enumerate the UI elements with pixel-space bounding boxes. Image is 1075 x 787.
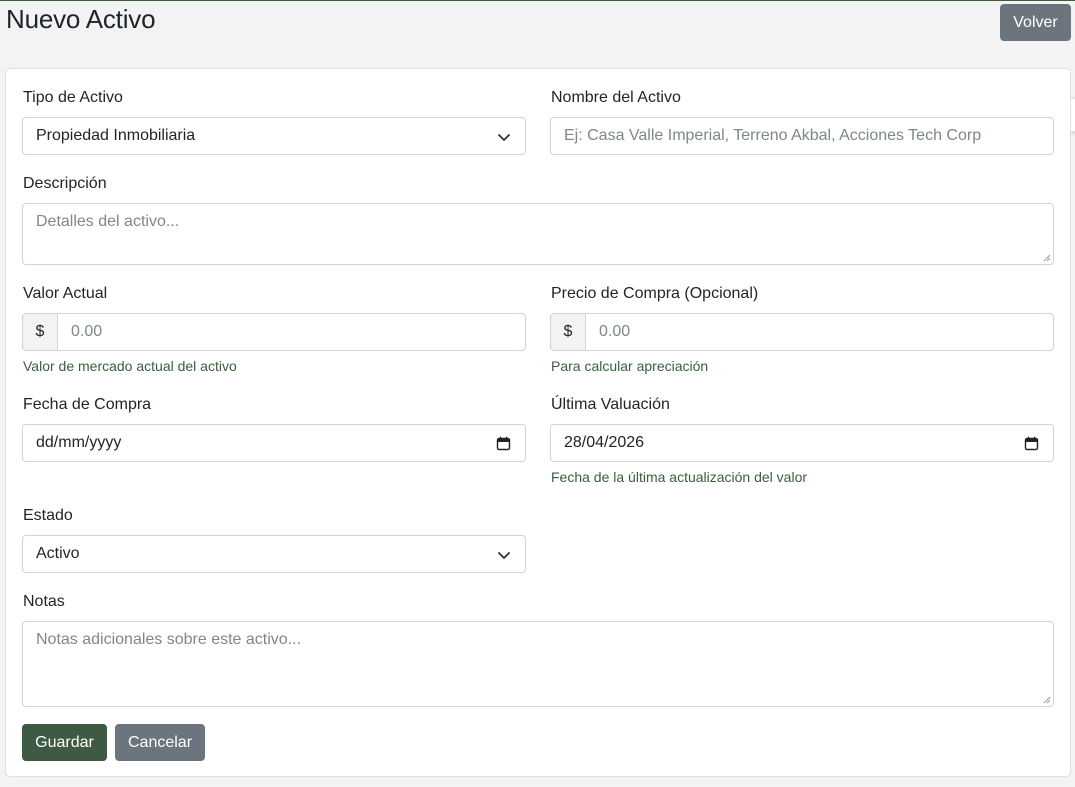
notas-textarea[interactable]: Notas adicionales sobre este activo...	[22, 621, 1054, 707]
form-card: Tipo de Activo Propiedad Inmobiliaria No…	[5, 68, 1071, 777]
back-button[interactable]: Volver	[1000, 4, 1071, 41]
estado-label: Estado	[23, 507, 73, 524]
nombre-label: Nombre del Activo	[551, 89, 681, 106]
currency-prefix: $	[23, 314, 58, 350]
valor-actual-label: Valor Actual	[23, 285, 108, 302]
estado-value: Activo	[36, 545, 80, 562]
tipo-select[interactable]: Propiedad Inmobiliaria	[22, 117, 526, 155]
precio-compra-label: Precio de Compra (Opcional)	[551, 285, 759, 302]
precio-compra-input-group[interactable]: $ 0.00	[550, 313, 1054, 351]
chevron-down-icon	[498, 134, 510, 141]
valor-actual-input[interactable]: 0.00	[58, 314, 525, 350]
calendar-icon[interactable]	[1024, 436, 1039, 451]
valor-actual-help: Valor de mercado actual del activo	[23, 358, 237, 374]
ultima-valuacion-help: Fecha de la última actualización del val…	[551, 469, 808, 485]
fecha-compra-input[interactable]: dd/mm/yyyy	[22, 424, 526, 462]
precio-compra-input[interactable]: 0.00	[586, 314, 1053, 350]
fecha-compra-label: Fecha de Compra	[23, 396, 152, 413]
ultima-valuacion-label: Última Valuación	[551, 396, 670, 413]
valor-actual-placeholder: 0.00	[71, 323, 103, 340]
precio-compra-placeholder: 0.00	[599, 323, 631, 340]
save-button[interactable]: Guardar	[22, 724, 107, 761]
estado-select[interactable]: Activo	[22, 535, 526, 573]
tipo-value: Propiedad Inmobiliaria	[36, 127, 196, 144]
valor-actual-input-group[interactable]: $ 0.00	[22, 313, 526, 351]
currency-prefix: $	[551, 314, 586, 350]
page-title: Nuevo Activo	[6, 4, 156, 34]
tipo-label: Tipo de Activo	[23, 89, 123, 106]
fecha-compra-value: dd/mm/yyyy	[36, 434, 122, 451]
descripcion-textarea[interactable]: Detalles del activo...	[22, 203, 1054, 265]
nombre-input[interactable]: Ej: Casa Valle Imperial, Terreno Akbal, …	[550, 117, 1054, 155]
ultima-valuacion-input[interactable]: 28/04/2026	[550, 424, 1054, 462]
calendar-icon[interactable]	[496, 436, 511, 451]
chevron-down-icon	[498, 552, 510, 559]
notas-placeholder: Notas adicionales sobre este activo...	[36, 631, 302, 648]
nombre-placeholder: Ej: Casa Valle Imperial, Terreno Akbal, …	[564, 127, 982, 144]
resize-handle-icon[interactable]	[1043, 254, 1051, 262]
descripcion-placeholder: Detalles del activo...	[36, 213, 180, 230]
resize-handle-icon[interactable]	[1043, 696, 1051, 704]
ultima-valuacion-value: 28/04/2026	[564, 434, 645, 451]
descripcion-label: Descripción	[23, 175, 107, 192]
precio-compra-help: Para calcular apreciación	[551, 358, 709, 374]
notas-label: Notas	[23, 593, 65, 610]
cancel-button[interactable]: Cancelar	[115, 724, 205, 761]
